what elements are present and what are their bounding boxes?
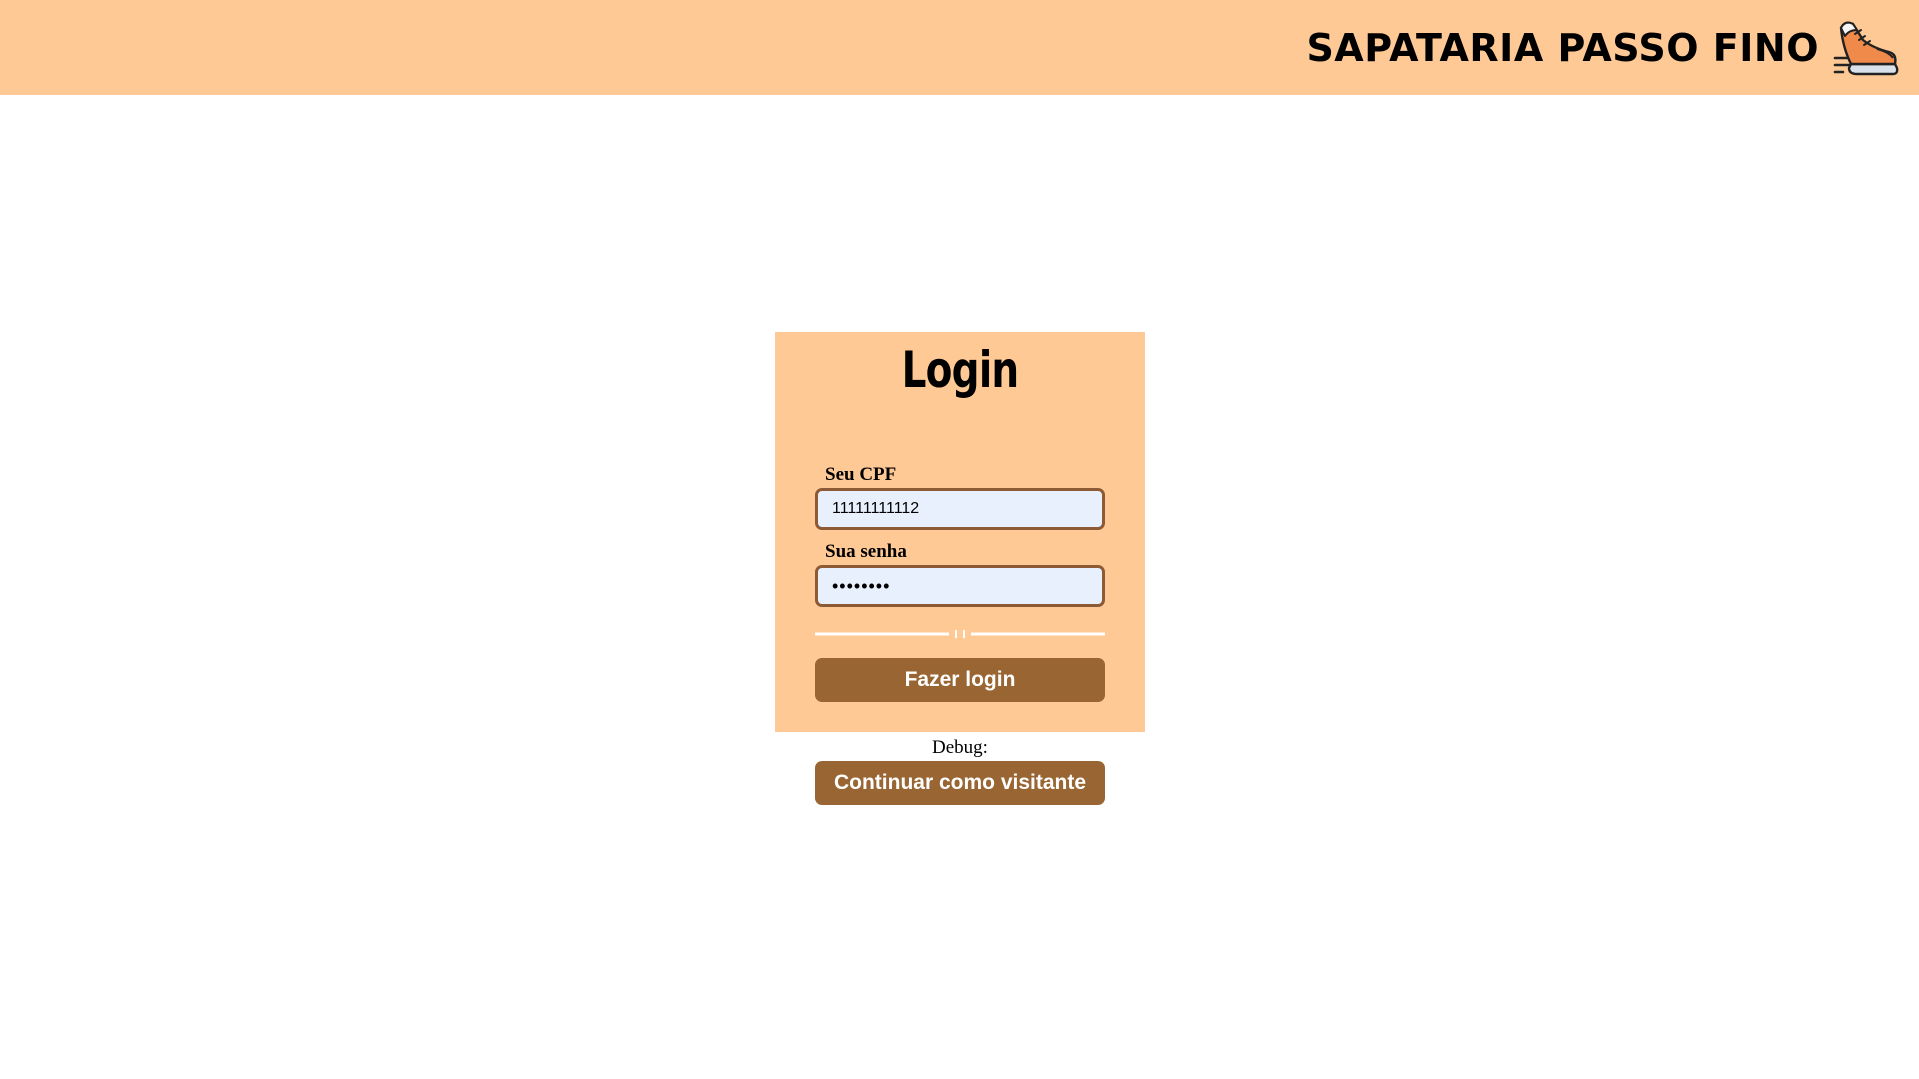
password-input[interactable] [815,565,1105,607]
cpf-label: Seu CPF [825,464,897,485]
brand[interactable]: SAPATARIA PASSO FINO [1306,18,1899,78]
top-header: SAPATARIA PASSO FINO [0,0,1919,95]
login-button[interactable]: Fazer login [815,658,1105,702]
divider [815,630,1105,638]
continue-as-visitor-button[interactable]: Continuar como visitante [815,761,1105,805]
cpf-input[interactable] [815,488,1105,530]
login-card: Login Seu CPF Sua senha Fazer login [775,332,1145,732]
password-label: Sua senha [825,541,907,562]
brand-title: SAPATARIA PASSO FINO [1306,26,1819,70]
running-shoe-icon [1833,21,1899,76]
debug-label: Debug: [932,737,988,758]
login-title: Login [901,341,1020,399]
